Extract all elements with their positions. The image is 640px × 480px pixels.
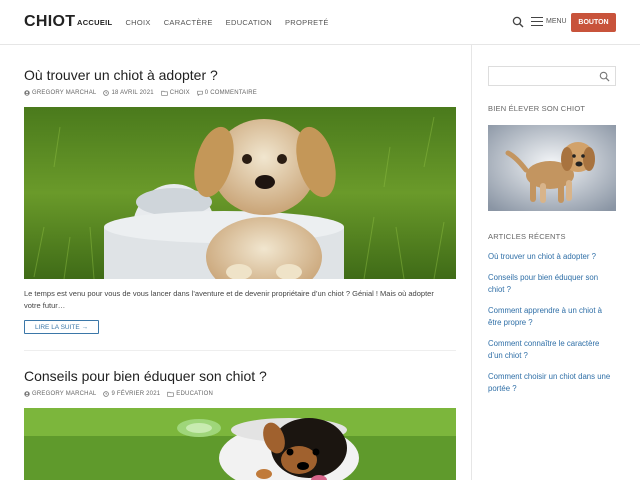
puppy-in-cup-image [24, 107, 456, 279]
post-comments[interactable]: 0 COMMENTAIRE [197, 90, 257, 96]
post-author-name: GREGORY MARCHAL [32, 90, 97, 96]
search-icon[interactable] [599, 71, 610, 82]
post-author[interactable]: GREGORY MARCHAL [24, 391, 96, 397]
hamburger-icon [531, 17, 543, 26]
post-category-text: EDUCATION [176, 391, 213, 397]
post-author-name: GREGORY MARCHAL [32, 391, 97, 397]
recent-article-link[interactable]: Comment choisir un chiot dans une portée… [488, 371, 616, 404]
post-separator [24, 350, 456, 351]
nav-item-choix[interactable]: CHOIX [125, 18, 150, 27]
sidebar-image[interactable] [488, 125, 616, 211]
site-brand[interactable]: CHIOT [24, 13, 75, 31]
nav-item-accueil[interactable]: ACCUEIL [77, 18, 112, 27]
post-title[interactable]: Conseils pour bien éduquer son chiot ? [24, 368, 267, 384]
post-date-text: 18 AVRIL 2021 [111, 90, 154, 96]
post-category[interactable]: CHOIX [161, 90, 190, 96]
comment-icon [197, 90, 203, 96]
post-meta: GREGORY MARCHAL 18 AVRIL 2021 CHOIX 0 CO… [24, 90, 264, 96]
menu-label: MENU [546, 18, 567, 25]
read-more-button[interactable]: LIRE LA SUITE → [24, 320, 99, 334]
puppy-in-mug-image [24, 408, 456, 480]
post-excerpt: Le temps est venu pour vous de vous lanc… [24, 289, 434, 310]
post-category-text: CHOIX [169, 90, 190, 96]
user-icon [24, 391, 30, 397]
post-date[interactable]: 18 AVRIL 2021 [103, 90, 154, 96]
post-comments-text: 0 COMMENTAIRE [204, 90, 257, 96]
main-nav: ACCUEIL CHOIX CARACTÈRE EDUCATION PROPRE… [77, 18, 342, 27]
sidebar-search-field[interactable] [488, 66, 616, 86]
recent-article-link[interactable]: Conseils pour bien éduquer son chiot ? [488, 272, 616, 305]
search-icon[interactable] [512, 16, 524, 28]
post-meta: GREGORY MARCHAL 9 FÉVRIER 2021 EDUCATION [24, 391, 220, 397]
menu-toggle[interactable]: MENU [531, 17, 567, 26]
post-date-text: 9 FÉVRIER 2021 [111, 391, 161, 397]
recent-article-link[interactable]: Comment connaître le caractère d’un chio… [488, 338, 616, 371]
post-author[interactable]: GREGORY MARCHAL [24, 90, 96, 96]
widget-title: ARTICLES RÉCENTS [488, 232, 566, 241]
nav-item-proprete[interactable]: PROPRETÉ [285, 18, 329, 27]
column-divider [471, 45, 472, 480]
puppy-standing-image [488, 125, 616, 211]
post-title[interactable]: Où trouver un chiot à adopter ? [24, 67, 218, 83]
widget-title: BIEN ÉLEVER SON CHIOT [488, 104, 586, 113]
clock-icon [103, 90, 110, 96]
site-header: CHIOT ACCUEIL CHOIX CARACTÈRE EDUCATION … [0, 0, 640, 45]
recent-article-link[interactable]: Où trouver un chiot à adopter ? [488, 251, 616, 272]
post-featured-image[interactable] [24, 107, 456, 279]
post-date[interactable]: 9 FÉVRIER 2021 [103, 391, 160, 397]
cta-button[interactable]: BOUTON [571, 13, 616, 32]
clock-icon [103, 391, 110, 397]
nav-item-caractere[interactable]: CARACTÈRE [164, 18, 213, 27]
folder-icon [161, 90, 168, 96]
post-featured-image[interactable] [24, 408, 456, 480]
recent-articles-list: Où trouver un chiot à adopter ? Conseils… [488, 251, 616, 404]
folder-icon [167, 391, 175, 397]
recent-article-link[interactable]: Comment apprendre à un chiot à être prop… [488, 305, 616, 338]
user-icon [24, 90, 30, 96]
nav-item-education[interactable]: EDUCATION [226, 18, 272, 27]
post-category[interactable]: EDUCATION [167, 391, 213, 397]
